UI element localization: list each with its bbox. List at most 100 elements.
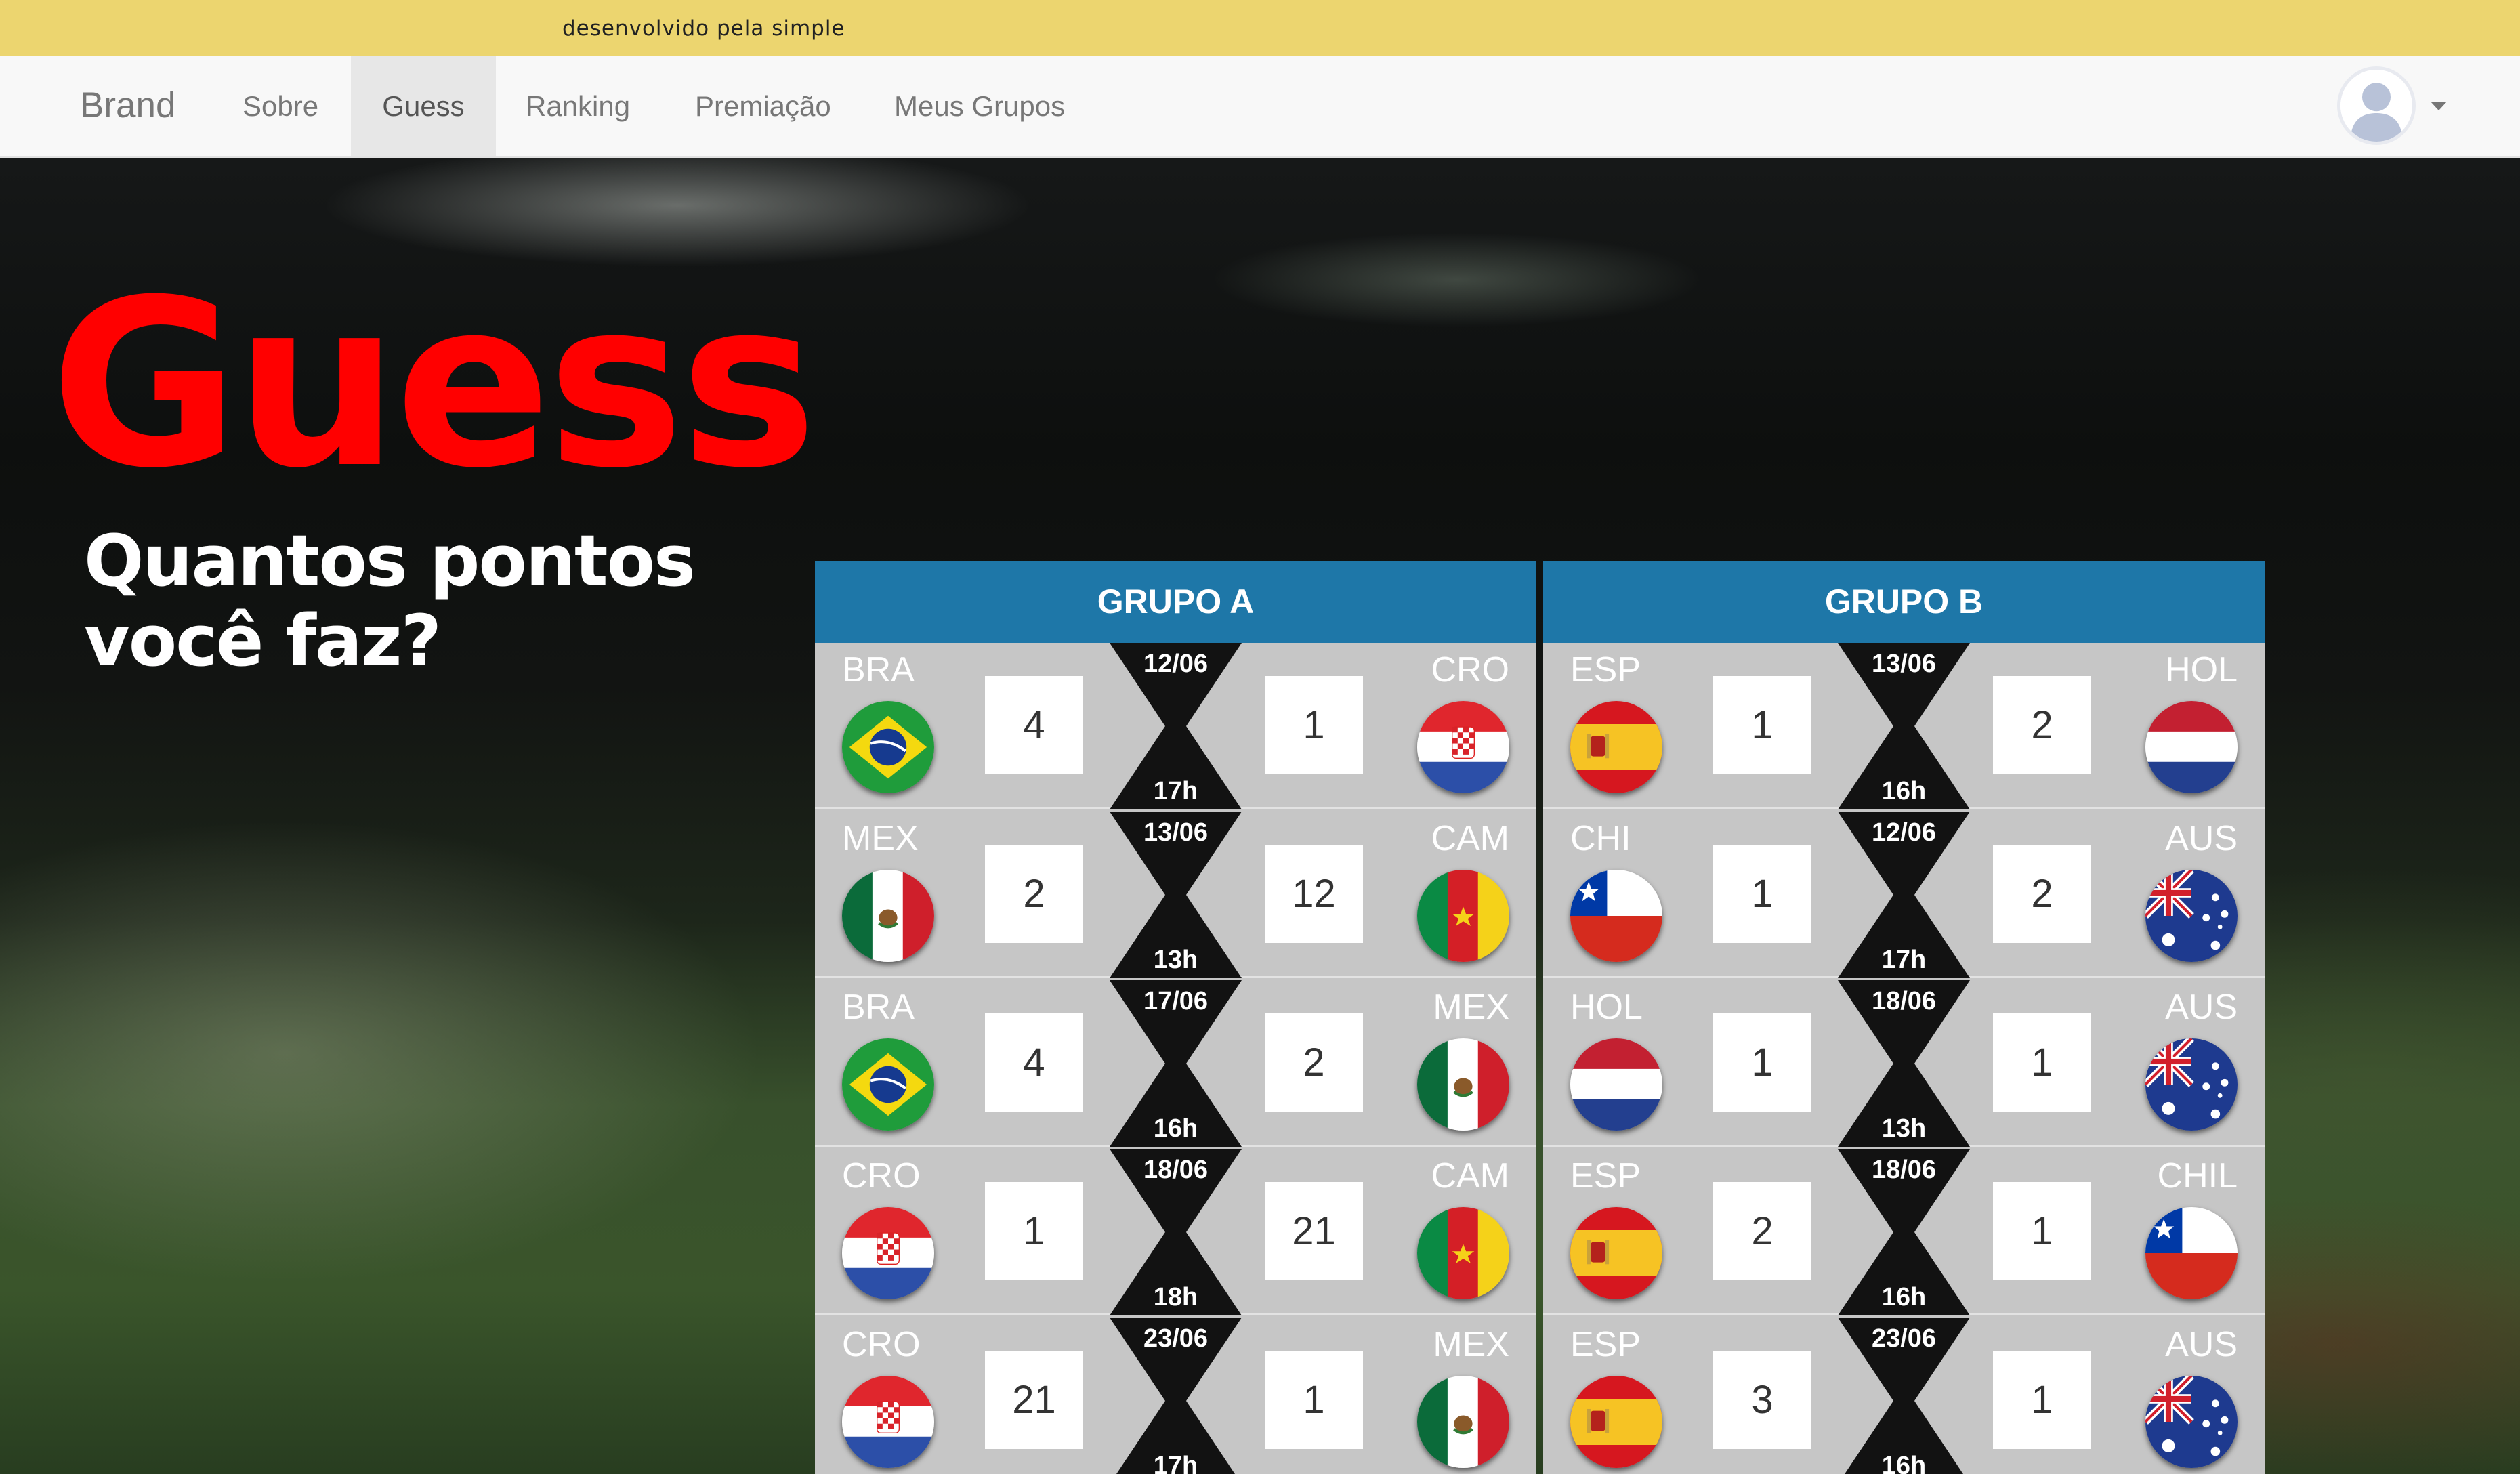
home-team-abbr: MEX — [842, 819, 919, 858]
match-row: ESP 3 23/06 16h 1 AUS — [1543, 1318, 2265, 1474]
away-score-input[interactable]: 12 — [1265, 845, 1363, 943]
home-score-input[interactable]: 1 — [1713, 845, 1811, 943]
away-score-input[interactable]: 1 — [1993, 1351, 2091, 1449]
match-date: 18/06 — [1871, 1156, 1937, 1184]
home-score-input[interactable]: 21 — [985, 1351, 1083, 1449]
home-score-input[interactable]: 1 — [1713, 676, 1811, 774]
home-team-abbr: ESP — [1570, 650, 1641, 690]
match-row: ESP 1 13/06 16h 2 HOL — [1543, 643, 2265, 809]
match-date: 13/06 — [1143, 818, 1209, 847]
away-team-abbr: MEX — [1433, 988, 1509, 1027]
group-card: GRUPO A BRA 4 12/06 17h 1 CRO MEX 2 13/06 13h 12 CAM… — [815, 561, 1536, 1474]
match-time: 13h — [1881, 1114, 1927, 1143]
home-team-abbr: BRA — [842, 988, 915, 1027]
group-title: GRUPO A — [815, 561, 1536, 643]
group-title: GRUPO B — [1543, 561, 2265, 643]
match-date: 18/06 — [1143, 1156, 1209, 1184]
nav-item-sobre[interactable]: Sobre — [229, 56, 332, 156]
match-time: 13h — [1153, 946, 1198, 974]
away-team-abbr: CRO — [1431, 650, 1509, 690]
match-time: 16h — [1881, 777, 1927, 805]
spain-flag-icon — [1570, 701, 1662, 793]
top-banner: desenvolvido pela simple — [0, 0, 2520, 56]
croatia-flag-icon — [842, 1207, 934, 1299]
australia-flag-icon — [2145, 1038, 2238, 1131]
match-row: ESP 2 18/06 16h 1 CHIL — [1543, 1149, 2265, 1315]
home-team-abbr: BRA — [842, 650, 915, 690]
croatia-flag-icon — [842, 1376, 934, 1468]
nav-item-meus-grupos[interactable]: Meus Grupos — [881, 56, 1104, 156]
mexico-flag-icon — [842, 870, 934, 962]
cameroon-flag-icon — [1417, 870, 1509, 962]
spain-flag-icon — [1570, 1376, 1662, 1468]
match-row: MEX 2 13/06 13h 12 CAM — [815, 812, 1536, 978]
home-score-input[interactable]: 4 — [985, 676, 1083, 774]
away-team-abbr: CAM — [1431, 819, 1509, 858]
away-score-input[interactable]: 1 — [1993, 1182, 2091, 1280]
match-date: 18/06 — [1871, 987, 1937, 1015]
brazil-flag-icon — [842, 701, 934, 793]
group-card: GRUPO B ESP 1 13/06 16h 2 HOL CHI 1 12/06 17h 2 AUS H… — [1543, 561, 2265, 1474]
chile-flag-icon — [1570, 870, 1662, 962]
hero-subtitle-line2: você faz? — [84, 599, 442, 682]
nav-item-guess[interactable]: Guess — [351, 56, 496, 156]
away-team-abbr: HOL — [2165, 650, 2238, 690]
user-menu-caret-icon[interactable] — [2431, 102, 2447, 110]
home-score-input[interactable]: 3 — [1713, 1351, 1811, 1449]
match-time: 17h — [1153, 1452, 1198, 1474]
hero-subtitle-line1: Quantos pontos — [84, 520, 696, 602]
page-title: Guess — [50, 251, 817, 519]
home-score-input[interactable]: 2 — [985, 845, 1083, 943]
away-team-abbr: CAM — [1431, 1156, 1509, 1196]
home-score-input[interactable]: 1 — [985, 1182, 1083, 1280]
away-score-input[interactable]: 21 — [1265, 1182, 1363, 1280]
away-team-abbr: MEX — [1433, 1325, 1509, 1364]
away-score-input[interactable]: 2 — [1993, 845, 2091, 943]
match-date: 12/06 — [1871, 818, 1937, 847]
match-date: 23/06 — [1143, 1324, 1209, 1353]
match-row: BRA 4 17/06 16h 2 MEX — [815, 980, 1536, 1147]
navbar: Brand Sobre Guess Ranking Premiação Meus… — [0, 56, 2520, 158]
match-time: 16h — [1153, 1114, 1198, 1143]
match-time: 16h — [1881, 1452, 1927, 1474]
match-time: 17h — [1153, 777, 1198, 805]
home-team-abbr: CHI — [1570, 819, 1631, 858]
match-date: 17/06 — [1143, 987, 1209, 1015]
nav-item-ranking[interactable]: Ranking — [513, 56, 649, 156]
mexico-flag-icon — [1417, 1376, 1509, 1468]
home-score-input[interactable]: 2 — [1713, 1182, 1811, 1280]
brand-link[interactable]: Brand — [80, 85, 175, 126]
away-score-input[interactable]: 1 — [1265, 1351, 1363, 1449]
croatia-flag-icon — [1417, 701, 1509, 793]
match-time: 16h — [1881, 1283, 1927, 1311]
developer-credit: desenvolvido pela simple — [562, 16, 845, 41]
nav-item-premiacao[interactable]: Premiação — [681, 56, 858, 156]
match-time: 17h — [1881, 946, 1927, 974]
home-team-abbr: ESP — [1570, 1156, 1641, 1196]
spain-flag-icon — [1570, 1207, 1662, 1299]
home-score-input[interactable]: 1 — [1713, 1013, 1811, 1112]
mexico-flag-icon — [1417, 1038, 1509, 1131]
user-avatar[interactable] — [2337, 66, 2416, 145]
away-team-abbr: AUS — [2165, 1325, 2238, 1364]
match-date: 12/06 — [1143, 650, 1209, 678]
match-row: HOL 1 18/06 13h 1 AUS — [1543, 980, 2265, 1147]
match-row: BRA 4 12/06 17h 1 CRO — [815, 643, 1536, 809]
match-date: 13/06 — [1871, 650, 1937, 678]
away-team-abbr: AUS — [2165, 819, 2238, 858]
home-team-abbr: CRO — [842, 1325, 921, 1364]
away-team-abbr: CHIL — [2157, 1156, 2238, 1196]
hero-section: Guess Quantos pontos você faz? GRUPO A BR… — [0, 158, 2520, 1474]
match-date: 23/06 — [1871, 1324, 1937, 1353]
home-score-input[interactable]: 4 — [985, 1013, 1083, 1112]
away-score-input[interactable]: 2 — [1993, 676, 2091, 774]
away-score-input[interactable]: 1 — [1993, 1013, 2091, 1112]
away-score-input[interactable]: 1 — [1265, 676, 1363, 774]
match-row: CRO 1 18/06 18h 21 CAM — [815, 1149, 1536, 1315]
chile-flag-icon — [2145, 1207, 2238, 1299]
match-row: CRO 21 23/06 17h 1 MEX — [815, 1318, 1536, 1474]
match-time: 18h — [1153, 1283, 1198, 1311]
netherlands-flag-icon — [1570, 1038, 1662, 1131]
away-score-input[interactable]: 2 — [1265, 1013, 1363, 1112]
home-team-abbr: HOL — [1570, 988, 1643, 1027]
